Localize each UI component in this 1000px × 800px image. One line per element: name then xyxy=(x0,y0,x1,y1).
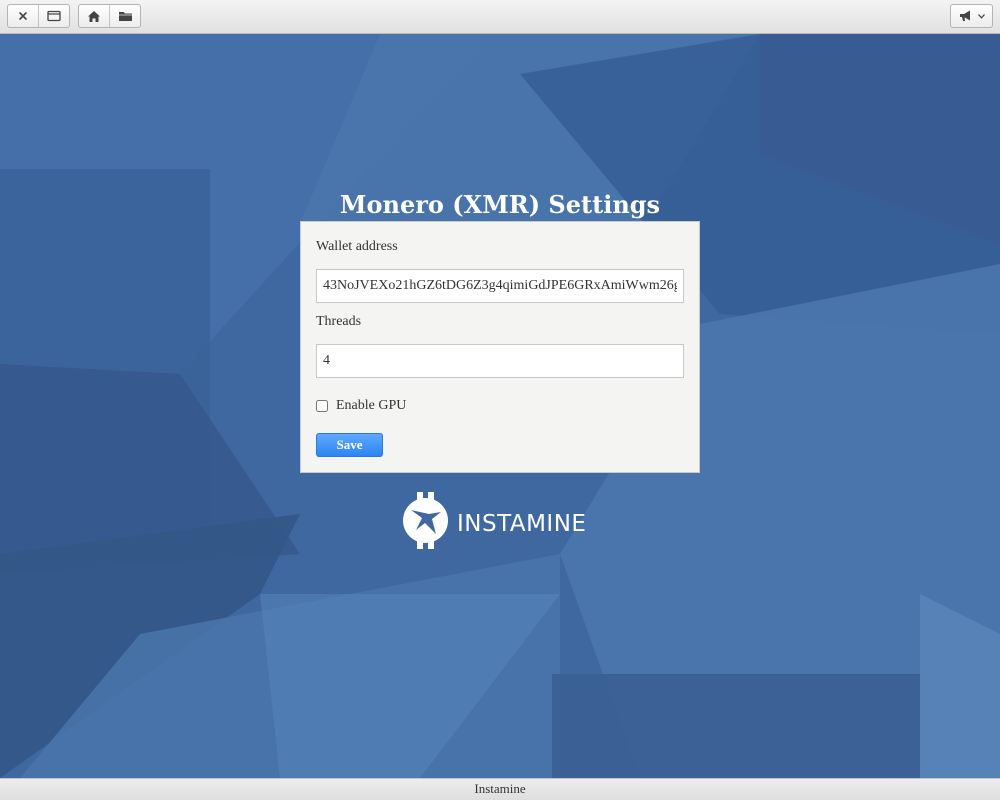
close-icon xyxy=(18,11,28,21)
megaphone-icon xyxy=(958,9,974,23)
enable-gpu-checkbox[interactable] xyxy=(316,400,328,412)
close-button[interactable] xyxy=(8,5,38,27)
instamine-logo-icon xyxy=(402,491,449,554)
folder-icon xyxy=(118,10,133,22)
navigation-controls xyxy=(78,4,141,28)
save-button[interactable]: Save xyxy=(316,433,383,457)
status-bar: Instamine xyxy=(0,778,1000,800)
wallet-address-input[interactable] xyxy=(316,269,684,303)
announcements-button[interactable] xyxy=(951,5,992,27)
home-button[interactable] xyxy=(79,5,109,27)
wallet-address-label: Wallet address xyxy=(316,239,398,254)
window-controls xyxy=(7,4,70,28)
home-icon xyxy=(87,10,101,23)
settings-card: Wallet address Threads Enable GPU Save xyxy=(300,221,700,473)
page-title: Monero (XMR) Settings xyxy=(339,190,661,219)
toolbar xyxy=(0,0,1000,34)
chevron-down-icon xyxy=(978,13,985,19)
instamine-logo: INSTAMINE xyxy=(402,491,587,554)
window-icon xyxy=(47,10,61,22)
app-window: Monero (XMR) Settings Wallet address Thr… xyxy=(0,0,1000,800)
window-button[interactable] xyxy=(38,5,69,27)
instamine-logo-text: INSTAMINE xyxy=(457,510,587,537)
threads-label: Threads xyxy=(316,314,362,329)
enable-gpu-row: Enable GPU xyxy=(316,398,406,414)
folder-button[interactable] xyxy=(109,5,140,27)
announcements-controls xyxy=(950,4,993,28)
enable-gpu-label: Enable GPU xyxy=(336,398,407,413)
threads-input[interactable] xyxy=(316,344,684,378)
